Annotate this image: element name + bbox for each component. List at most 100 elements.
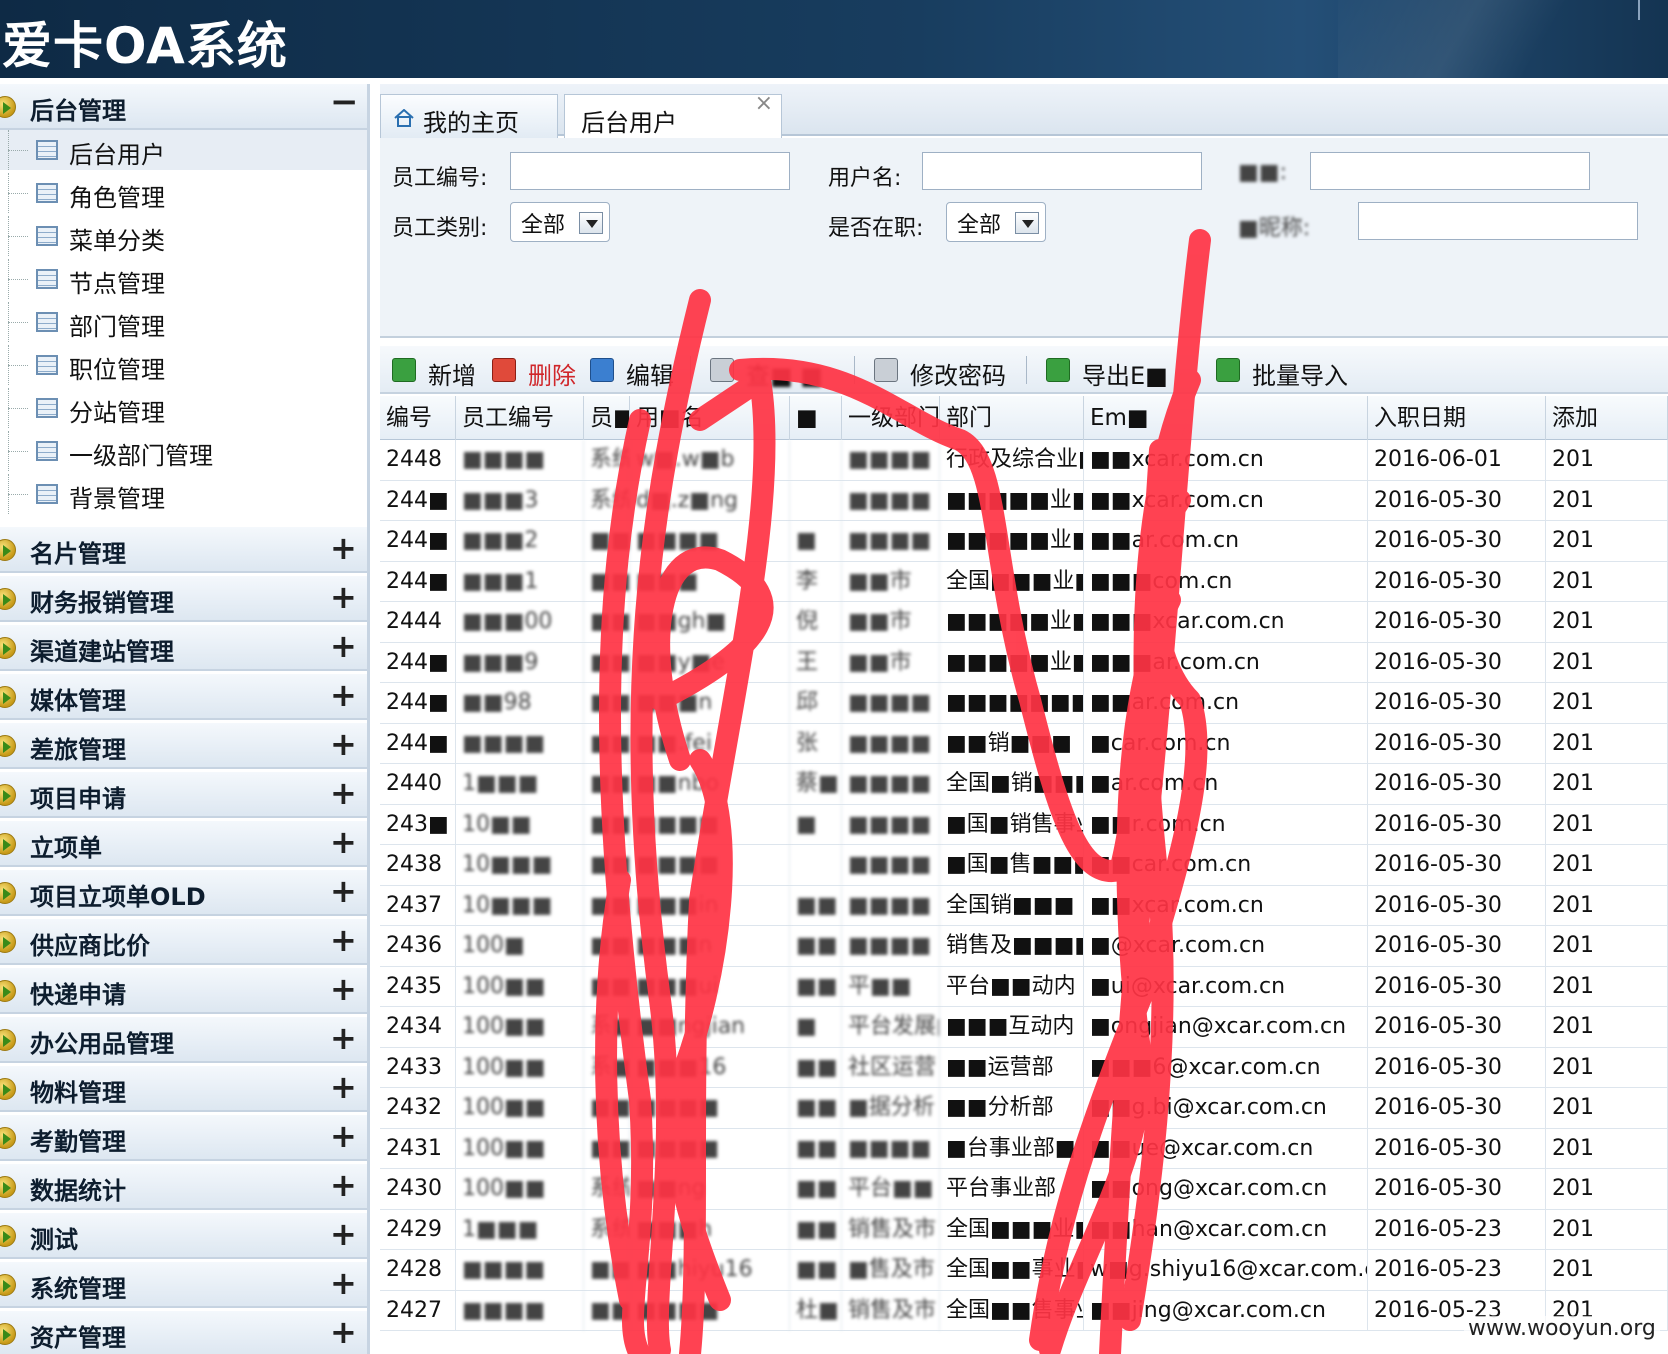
- expand-icon[interactable]: +: [330, 1068, 357, 1106]
- edit-button[interactable]: 编辑: [590, 350, 680, 390]
- table-row[interactable]: 2438 10■■■ ■■ ■■■■ ■■■■ ■国■售■■■ ■■car.com.cn 20…: [380, 845, 1668, 886]
- expand-icon[interactable]: +: [330, 774, 357, 812]
- column-header[interactable]: 入职日期: [1368, 396, 1546, 440]
- accordion-header-2[interactable]: 财务报销管理 +: [0, 576, 367, 622]
- expand-icon[interactable]: +: [330, 725, 357, 763]
- sidebar-item-1[interactable]: 后台用户: [0, 130, 367, 170]
- accordion-header-9[interactable]: 供应商比价 +: [0, 919, 367, 965]
- accordion-header-12[interactable]: 物料管理 +: [0, 1066, 367, 1112]
- table-row[interactable]: 2444 ■■■00 ■■ ■■gh■ 倪 ■■市 ■■■■■业■ ■■■xcar.com.c…: [380, 602, 1668, 643]
- accordion-header-15[interactable]: 测试 +: [0, 1213, 367, 1259]
- column-header[interactable]: 一级部门: [842, 396, 940, 440]
- nickname-input[interactable]: [1358, 202, 1638, 240]
- accordion-header-1[interactable]: 名片管理 +: [0, 527, 367, 573]
- expand-icon[interactable]: +: [330, 872, 357, 910]
- accordion-header-14[interactable]: 数据统计 +: [0, 1164, 367, 1210]
- table-row[interactable]: 2431 100■■ ■■ ■■■■ ■■ ■■■■ ■台事业部■ ■■ue@xcar.com…: [380, 1128, 1668, 1169]
- column-header[interactable]: 部门: [940, 396, 1084, 440]
- accordion-header-10[interactable]: 快递申请 +: [0, 968, 367, 1014]
- redacted-filter-input[interactable]: [1310, 152, 1590, 190]
- table-row[interactable]: 2437 10■■■ ■■ ■■■in ■■ ■■■■ 全国销■■■ ■■xcar.com.c…: [380, 885, 1668, 926]
- table-row[interactable]: 2430 100■■ 系统 ■■ng ■■ 平台■■ 平台事业部 ■■ong@xcar.com…: [380, 1169, 1668, 1210]
- table-row[interactable]: 2429 1■■■ 系统 ■■■h ■■ 销售及市 全国■■■业■ ■■han@xcar.co…: [380, 1209, 1668, 1250]
- accordion-header-16[interactable]: 系统管理 +: [0, 1262, 367, 1308]
- column-header[interactable]: ■: [790, 396, 842, 440]
- username-input[interactable]: [922, 152, 1202, 190]
- table-cell-id: 2448: [380, 440, 456, 480]
- emp-no-input[interactable]: [510, 152, 790, 190]
- accordion-header-3[interactable]: 渠道建站管理 +: [0, 625, 367, 671]
- accordion-header-6[interactable]: 项目申请 +: [0, 772, 367, 818]
- accordion-header-11[interactable]: 办公用品管理 +: [0, 1017, 367, 1063]
- table-row[interactable]: 244■ ■■98 ■■ ■■■n 邱 ■■■■ ■■■■■■■ ■■ar.com.cn 201…: [380, 683, 1668, 724]
- expand-icon[interactable]: +: [330, 1215, 357, 1253]
- expand-icon[interactable]: +: [330, 1117, 357, 1155]
- document-icon: [36, 269, 58, 289]
- table-row[interactable]: 244■ ■■■2 ■■ ■■■■ ■ ■■■■ ■■■■■业■ ■■ar.com.cn 201…: [380, 521, 1668, 562]
- expand-icon[interactable]: +: [330, 921, 357, 959]
- tab-admin-users[interactable]: 后台用户 ×: [564, 91, 782, 138]
- accordion-header-7[interactable]: 立项单 +: [0, 821, 367, 867]
- table-cell-dept1: ■■市: [842, 642, 940, 683]
- table-row[interactable]: 2433 100■■ 系■ ■■■16 ■■ 社区运营 ■■运营部 ■■■6@xcar.com…: [380, 1047, 1668, 1088]
- tab-home[interactable]: 我的主页: [380, 94, 558, 138]
- column-header[interactable]: 添加: [1546, 396, 1668, 440]
- table-row[interactable]: 244■ ■■■3 系统 d■.z■ng ■■■■ ■■■■■业■ ■■xcar.com.c…: [380, 480, 1668, 521]
- emp-type-select[interactable]: 全部: [510, 202, 610, 242]
- view-button[interactable]: 查■ ■: [710, 350, 840, 390]
- table-row[interactable]: 243■10■■■■■■■■■■■■■■国■销售事业■■■r.com.cn201…: [380, 804, 1668, 845]
- sidebar-item-9[interactable]: 背景管理: [0, 474, 367, 514]
- tab-close-icon[interactable]: ×: [755, 91, 773, 116]
- add-button[interactable]: 新增: [392, 350, 482, 390]
- expand-icon[interactable]: +: [330, 529, 357, 567]
- active-select[interactable]: 全部: [946, 202, 1046, 242]
- table-row[interactable]: 244■ ■■■■ ■■ ■■.fei 张 ■■■■ ■■销■■■ ■car.com.cn 20…: [380, 723, 1668, 764]
- delete-button[interactable]: 删除: [492, 350, 582, 390]
- expand-icon[interactable]: +: [330, 1166, 357, 1204]
- sidebar-item-8[interactable]: 一级部门管理: [0, 431, 367, 471]
- table-row[interactable]: 2428 ■■■■ ■■ ■■hiyu16 ■■ ■售及市 全国■■事业■ w■g.shiyu…: [380, 1250, 1668, 1291]
- column-header[interactable]: Em■: [1084, 396, 1368, 440]
- table-row[interactable]: 244■ ■■■1 ■■ ■■■ 李 ■■市 全国■■■业■ ■■■com.cn 2016-05…: [380, 561, 1668, 602]
- table-row[interactable]: 244■ ■■■9 ■■ ■■y■e 王 ■■市 ■■■■■业■ ■■■ar.com.cn 20…: [380, 642, 1668, 683]
- chevron-down-icon[interactable]: [579, 212, 603, 234]
- expand-icon[interactable]: +: [330, 627, 357, 665]
- accordion-header-5[interactable]: 差旅管理 +: [0, 723, 367, 769]
- export-button[interactable]: 导出E■: [1046, 350, 1186, 390]
- accordion-header-admin[interactable]: 后台管理 −: [0, 82, 367, 130]
- table-row[interactable]: 2440 1■■■ ■■ ■■nbo 蔡■ ■■■■ 全国■销■■■ ■ar.com.cn 20…: [380, 764, 1668, 805]
- accordion-header-8[interactable]: 项目立项单OLD +: [0, 870, 367, 916]
- expand-icon[interactable]: +: [330, 578, 357, 616]
- sidebar-item-4[interactable]: 节点管理: [0, 259, 367, 299]
- change-password-button[interactable]: 修改密码: [874, 350, 1014, 390]
- accordion-label: 名片管理: [30, 540, 126, 568]
- sidebar-item-7[interactable]: 分站管理: [0, 388, 367, 428]
- table-row[interactable]: 2435 100■■ ■■ ■■■ui ■■ 平■■ 平台■■动内 ■ui@xcar.com.…: [380, 966, 1668, 1007]
- collapse-icon[interactable]: −: [330, 82, 359, 122]
- expand-icon[interactable]: +: [330, 823, 357, 861]
- table-cell-dept1: ■■市: [842, 602, 940, 642]
- expand-icon[interactable]: +: [330, 1313, 357, 1351]
- import-button[interactable]: 批量导入: [1216, 350, 1366, 390]
- table-row[interactable]: 2434100■■系■■■ngjian■平台发展■■■■互动内■ongjian@…: [380, 1007, 1668, 1048]
- sidebar-item-2[interactable]: 角色管理: [0, 173, 367, 213]
- column-header[interactable]: 编号: [380, 396, 456, 440]
- accordion-header-4[interactable]: 媒体管理 +: [0, 674, 367, 720]
- expand-icon[interactable]: +: [330, 1264, 357, 1302]
- expand-icon[interactable]: +: [330, 1019, 357, 1057]
- expand-icon[interactable]: +: [330, 970, 357, 1008]
- sidebar-item-5[interactable]: 部门管理: [0, 302, 367, 342]
- accordion-header-17[interactable]: 资产管理 +: [0, 1311, 367, 1354]
- table-row[interactable]: 2448 ■■■■ 系统 w■.w■b ■■■■ 行政及综合业■ ■■xcar.com.cn…: [380, 440, 1668, 481]
- column-header[interactable]: 用■名: [630, 396, 790, 440]
- column-header[interactable]: 员工编号: [456, 396, 584, 440]
- accordion-header-13[interactable]: 考勤管理 +: [0, 1115, 367, 1161]
- column-header[interactable]: 员■: [584, 396, 630, 440]
- chevron-down-icon[interactable]: [1015, 212, 1039, 234]
- sidebar-item-6[interactable]: 职位管理: [0, 345, 367, 385]
- sidebar-item-3[interactable]: 菜单分类: [0, 216, 367, 256]
- table-cell-name: ■■: [584, 804, 630, 845]
- expand-icon[interactable]: +: [330, 676, 357, 714]
- table-row[interactable]: 2432 100■■ ■■ ■■■■ ■■ ■据分析 ■■分析部 ■■g.bi@xcar.co…: [380, 1088, 1668, 1129]
- table-row[interactable]: 2436 100■ ■■ ■■■n ■■ ■■■■ 销售及■■■■ ■@xcar.com.cn…: [380, 926, 1668, 967]
